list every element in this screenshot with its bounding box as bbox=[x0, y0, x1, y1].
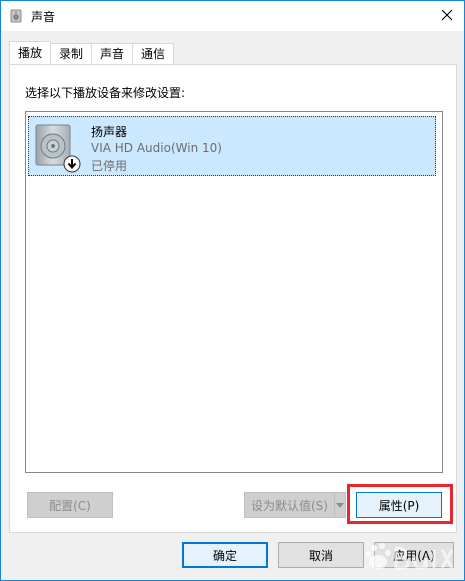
properties-button[interactable]: 属性(P) bbox=[356, 492, 442, 518]
tab-recording[interactable]: 录制 bbox=[50, 43, 93, 64]
device-name: 扬声器 bbox=[91, 125, 128, 139]
close-icon bbox=[441, 9, 453, 24]
configure-button[interactable]: 配置(C) bbox=[27, 492, 113, 518]
device-status: 已停用 bbox=[91, 159, 128, 173]
speaker-icon bbox=[9, 9, 23, 23]
set-default-button[interactable]: 设为默认值(S) bbox=[244, 492, 334, 518]
device-list[interactable]: 扬声器 VIA HD Audio(Win 10) 已停用 bbox=[25, 111, 443, 473]
sound-dialog: 声音 播放 录制 声音 通信 选择以下播放设备来修改设置: 扬声器 VIA HD… bbox=[0, 0, 465, 581]
close-button[interactable] bbox=[430, 1, 464, 31]
set-default-dropdown[interactable] bbox=[334, 492, 346, 518]
tab-strip: 播放 录制 声音 通信 bbox=[9, 41, 175, 65]
apply-button[interactable]: 应用(A) bbox=[374, 542, 454, 568]
window-title: 声音 bbox=[31, 10, 56, 24]
playback-panel: 选择以下播放设备来修改设置: 扬声器 VIA HD Audio(Win 10) … bbox=[9, 64, 457, 533]
device-item-speaker[interactable]: 扬声器 VIA HD Audio(Win 10) 已停用 bbox=[28, 116, 436, 176]
chevron-down-icon bbox=[336, 498, 344, 512]
tab-playback[interactable]: 播放 bbox=[9, 41, 52, 64]
device-driver: VIA HD Audio(Win 10) bbox=[91, 141, 222, 155]
down-arrow-icon bbox=[63, 155, 81, 176]
title-bar: 声音 bbox=[1, 1, 464, 31]
instruction-text: 选择以下播放设备来修改设置: bbox=[25, 86, 186, 100]
ok-button[interactable]: 确定 bbox=[182, 542, 268, 568]
tab-communications[interactable]: 通信 bbox=[132, 43, 175, 64]
cancel-button[interactable]: 取消 bbox=[278, 542, 364, 568]
tab-sounds[interactable]: 声音 bbox=[91, 43, 134, 64]
